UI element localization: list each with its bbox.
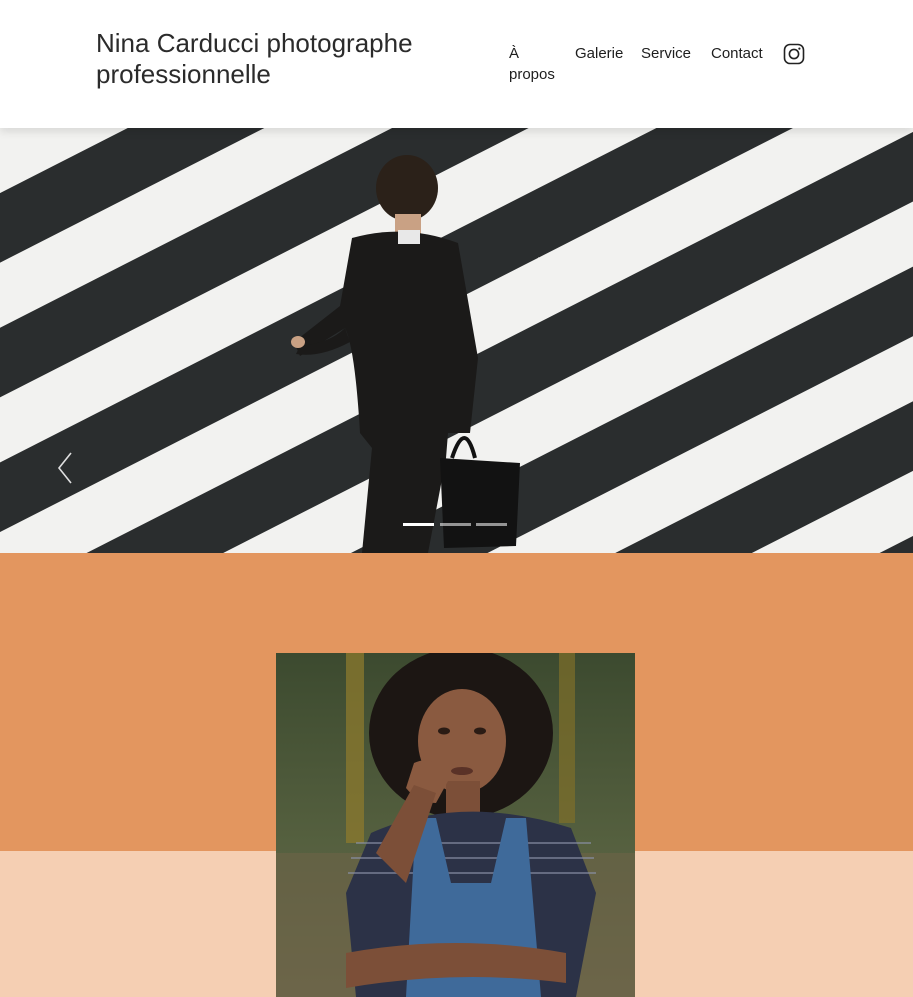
carousel-dot-1[interactable] — [403, 523, 434, 526]
nav-link-contact[interactable]: Contact — [711, 43, 763, 64]
carousel-dot-3[interactable] — [476, 523, 507, 526]
hero-slide-image — [0, 128, 913, 553]
instagram-icon[interactable] — [783, 43, 805, 65]
site-header: Nina Carducci photographe professionnell… — [0, 0, 913, 128]
nav-link-gallery[interactable]: Galerie — [575, 43, 623, 64]
nav-link-service[interactable]: Service — [641, 43, 691, 64]
carousel-dot-2[interactable] — [440, 523, 471, 526]
hero-carousel — [0, 128, 913, 553]
carousel-prev-button[interactable] — [52, 448, 76, 488]
nav-link-about[interactable]: À propos — [509, 43, 561, 85]
site-title: Nina Carducci photographe professionnell… — [96, 28, 413, 89]
portrait-photo — [276, 653, 635, 997]
